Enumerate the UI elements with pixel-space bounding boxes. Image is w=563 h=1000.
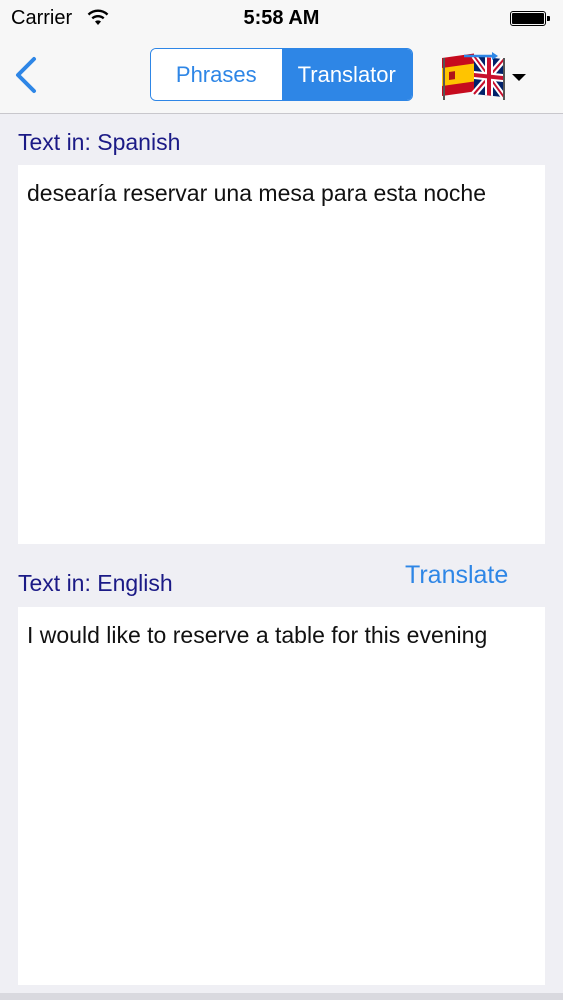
source-text-area[interactable]: desearía reservar una mesa para esta noc… xyxy=(18,165,545,544)
target-language-label: Text in: English xyxy=(18,570,173,596)
mode-segmented-control: Phrases Translator xyxy=(150,48,413,101)
status-bar: Carrier 5:58 AM xyxy=(0,0,563,38)
caret-down-icon xyxy=(512,74,526,81)
translate-button[interactable]: Translate xyxy=(405,561,508,590)
target-text-area[interactable]: I would like to reserve a table for this… xyxy=(18,607,545,985)
battery-icon xyxy=(510,11,550,26)
source-language-label: Text in: Spanish xyxy=(18,129,181,155)
tab-translator[interactable]: Translator xyxy=(281,49,412,100)
bottom-divider xyxy=(0,993,563,1000)
spain-uk-flags-icon[interactable] xyxy=(440,50,532,102)
status-time: 5:58 AM xyxy=(243,7,320,29)
navigation-bar: Phrases Translator xyxy=(0,38,563,114)
chevron-left-icon[interactable] xyxy=(12,56,40,94)
tab-phrases[interactable]: Phrases xyxy=(151,49,282,100)
